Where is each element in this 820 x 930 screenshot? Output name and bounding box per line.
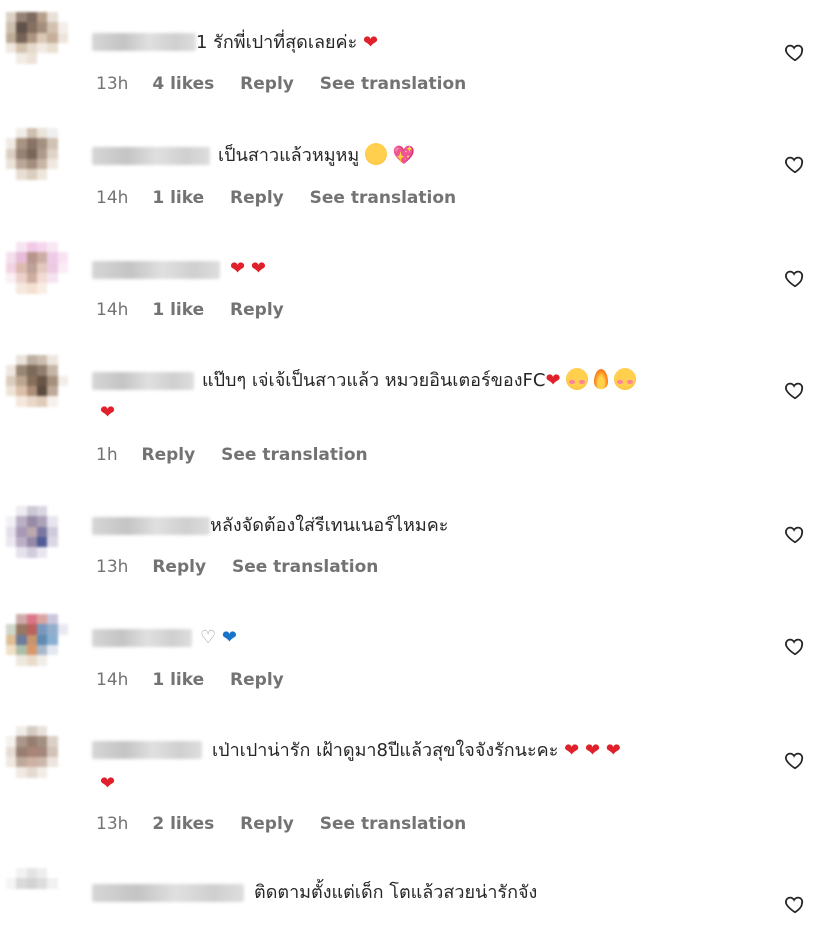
avatar[interactable]: [6, 128, 68, 190]
comment-meta: 14h 1 like Reply See translation: [96, 188, 476, 208]
timestamp: 1h: [96, 445, 118, 465]
timestamp: 13h: [96, 814, 129, 834]
smiling-face-with-hearts-icon: [566, 368, 589, 390]
heart-outline-icon[interactable]: [784, 267, 806, 289]
username-blurred[interactable]: [92, 741, 202, 759]
reply-button[interactable]: Reply: [230, 188, 284, 208]
red-heart-icon: ❤: [584, 740, 601, 761]
avatar[interactable]: [6, 242, 68, 304]
likes-count[interactable]: 1 like: [152, 188, 204, 208]
avatar[interactable]: [6, 726, 68, 788]
white-heart-icon: ♡: [200, 627, 217, 648]
red-heart-icon: ❤: [564, 740, 580, 761]
heart-outline-icon[interactable]: [784, 893, 806, 915]
red-heart-icon: ❤: [250, 258, 266, 279]
reply-button[interactable]: Reply: [240, 814, 294, 834]
comment-meta: 1h Reply See translation: [96, 445, 388, 465]
see-translation-button[interactable]: See translation: [232, 557, 378, 577]
red-heart-icon: ❤: [100, 773, 116, 794]
red-heart-icon: ❤: [605, 740, 621, 761]
heart-outline-icon[interactable]: [784, 523, 806, 545]
likes-count[interactable]: 4 likes: [152, 74, 214, 94]
username-blurred[interactable]: [92, 147, 210, 165]
likes-count[interactable]: 1 like: [152, 670, 204, 690]
comment-meta: 14h 1 like Reply: [96, 670, 304, 690]
reply-button[interactable]: Reply: [230, 670, 284, 690]
pleading-face-icon: [365, 143, 388, 165]
comment-text: หลังจัดต้องใส่รีเทนเนอร์ไหมคะ: [210, 515, 449, 536]
likes-count[interactable]: 1 like: [152, 300, 204, 320]
avatar[interactable]: [6, 12, 68, 74]
comment-text: ♡ ❤: [200, 625, 237, 651]
username-blurred[interactable]: [92, 884, 244, 902]
avatar[interactable]: [6, 355, 68, 417]
reply-button[interactable]: Reply: [142, 445, 196, 465]
likes-count[interactable]: 2 likes: [152, 814, 214, 834]
see-translation-button[interactable]: See translation: [221, 445, 367, 465]
red-heart-icon: ❤: [100, 402, 116, 423]
blue-heart-icon: ❤: [221, 627, 237, 648]
sparkling-heart-icon: 💖: [392, 145, 416, 166]
comment-text: แป๊บๆ เจ่เจ้เป็นสาวแล้ว หมวยอินเตอร์ของF…: [202, 368, 636, 394]
timestamp: 14h: [96, 300, 129, 320]
reply-button[interactable]: Reply: [240, 74, 294, 94]
comment-text: เป็นสาวแล้วหมูหมู 💖: [218, 143, 416, 166]
red-heart-icon: ❤: [545, 370, 561, 391]
avatar[interactable]: [6, 868, 68, 930]
timestamp: 13h: [96, 74, 129, 94]
smiling-face-with-hearts-icon: [613, 368, 636, 390]
comment-meta: 13h 2 likes Reply See translation: [96, 814, 486, 834]
see-translation-button[interactable]: See translation: [320, 814, 466, 834]
comment-text-continued: ❤: [100, 771, 115, 797]
comment-meta: 13h 4 likes Reply See translation: [96, 74, 486, 94]
username-blurred[interactable]: [92, 372, 194, 390]
comment-text: ❤ ❤: [230, 256, 266, 282]
username-blurred[interactable]: [92, 517, 210, 535]
red-heart-icon: ❤: [230, 258, 246, 279]
heart-outline-icon[interactable]: [784, 635, 806, 657]
timestamp: 13h: [96, 557, 129, 577]
heart-outline-icon[interactable]: [784, 749, 806, 771]
reply-button[interactable]: Reply: [230, 300, 284, 320]
red-heart-icon: ❤: [363, 32, 379, 53]
heart-outline-icon[interactable]: [784, 379, 806, 401]
comment-meta: 14h 1 like Reply: [96, 300, 304, 320]
username-blurred[interactable]: [92, 629, 192, 647]
comment-text: 1 รักพี่เปาที่สุดเลยค่ะ ❤: [196, 32, 379, 53]
see-translation-button[interactable]: See translation: [310, 188, 456, 208]
comment-meta: 13h Reply See translation: [96, 557, 398, 577]
timestamp: 14h: [96, 188, 129, 208]
username-blurred[interactable]: [92, 33, 196, 51]
fire-icon: [594, 369, 608, 389]
timestamp: 14h: [96, 670, 129, 690]
comment-text: ติดตามตั้งแต่เด็ก โตแล้วสวยน่ารักจัง: [254, 882, 538, 903]
heart-outline-icon[interactable]: [784, 153, 806, 175]
see-translation-button[interactable]: See translation: [320, 74, 466, 94]
comment-text-continued: ❤: [100, 400, 115, 426]
username-blurred[interactable]: [92, 261, 220, 279]
avatar[interactable]: [6, 506, 68, 568]
avatar[interactable]: [6, 614, 68, 676]
heart-outline-icon[interactable]: [784, 41, 806, 63]
reply-button[interactable]: Reply: [152, 557, 206, 577]
comment-text: เป่าเปาน่ารัก เฝ้าดูมา8ปีแล้วสุขใจจังรัก…: [212, 740, 621, 761]
